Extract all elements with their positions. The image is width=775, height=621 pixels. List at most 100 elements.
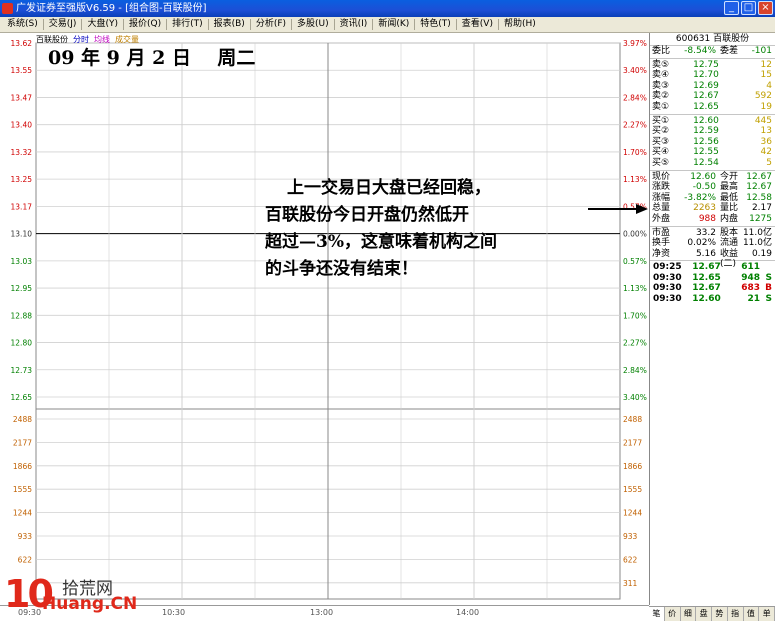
trade-row: 09:30 12.65 948 S (650, 273, 775, 284)
stat-l1: 外盘 (652, 213, 671, 224)
stat-row: 市盈 33.2 股本 11.0亿 (650, 228, 775, 239)
minimize-button[interactable]: _ (724, 1, 739, 15)
menu-item[interactable]: 排行(T) (167, 17, 208, 32)
volume-tick-label-right: 311 (623, 579, 638, 588)
quote-tab[interactable]: 价 (665, 607, 681, 621)
bid-label: 买② (652, 126, 670, 137)
bid-price: 12.56 (693, 136, 719, 147)
ask-row[interactable]: 卖⑤ 12.75 12 (650, 60, 775, 71)
trade-price: 12.67 (692, 283, 721, 294)
menu-item[interactable]: 资讯(I) (335, 17, 373, 32)
bid-vol: 36 (760, 136, 772, 147)
ask-vol: 12 (760, 59, 772, 70)
stat-row: 涨跌 -0.50 最高 12.67 (650, 182, 775, 193)
bid-price: 12.54 (693, 157, 719, 168)
price-tick-label: 13.40 (11, 121, 33, 130)
menu-item[interactable]: 大盘(Y) (82, 17, 123, 32)
pct-tick-label: 0.57% (623, 257, 647, 266)
bid-vol: 445 (754, 115, 772, 126)
stat-v2: 11.0亿 (742, 227, 772, 238)
ask-price: 12.67 (693, 91, 719, 102)
bid-price: 12.60 (693, 115, 719, 126)
bid-row[interactable]: 买① 12.60 445 (650, 116, 775, 127)
bid-row[interactable]: 买③ 12.56 36 (650, 137, 775, 148)
stat-v1: 33.2 (695, 227, 716, 238)
stat-v2: 12.67 (746, 182, 772, 193)
stat-row: 总量 2263 量比 2.17 (650, 203, 775, 214)
stat-l1: 涨幅 (652, 192, 671, 203)
menu-item[interactable]: 报表(B) (209, 17, 250, 32)
menu-item[interactable]: 新闻(K) (373, 17, 414, 32)
menu-item[interactable]: 报价(Q) (124, 17, 166, 32)
ask-label: 卖④ (652, 70, 670, 81)
trade-row: 09:30 12.60 21 S (650, 294, 775, 305)
stat-row: 外盘 988 内盘 1275 (650, 214, 775, 225)
trade-vol: 611 (741, 262, 760, 273)
bid-vol: 13 (760, 126, 772, 137)
maximize-button[interactable]: □ (741, 1, 756, 15)
quote-tab[interactable]: 指 (728, 607, 744, 621)
ask-row[interactable]: 卖③ 12.69 4 (650, 81, 775, 92)
quote-tab[interactable]: 笔 (649, 607, 665, 621)
trade-dir: S (765, 294, 772, 305)
volume-tick-label-right: 622 (623, 555, 638, 564)
price-tick-label: 13.32 (11, 148, 33, 157)
bid-row[interactable]: 买⑤ 12.54 5 (650, 158, 775, 169)
stat-v2: 12.58 (746, 192, 772, 203)
quote-tab[interactable]: 单 (759, 607, 775, 621)
trade-time: 09:30 (653, 272, 682, 283)
bid-row[interactable]: 买② 12.59 13 (650, 126, 775, 137)
menu-item[interactable]: 特色(T) (415, 17, 456, 32)
stat-l2: 内盘 (720, 213, 739, 224)
pct-tick-label: 0.00% (623, 230, 647, 239)
trade-time: 09:25 (653, 262, 682, 273)
ask-row[interactable]: 卖② 12.67 592 (650, 91, 775, 102)
price-tick-label: 12.88 (11, 311, 33, 320)
menu-item[interactable]: 帮助(H) (499, 17, 541, 32)
price-tick-label: 13.25 (11, 175, 33, 184)
annotation-line: 的斗争还没有结束！ (265, 259, 418, 279)
annotation-line: 超过—3%，这意味着机构之间 (265, 232, 497, 252)
quote-tab[interactable]: 盘 (696, 607, 712, 621)
price-tick-label: 13.47 (11, 93, 33, 102)
ask-row[interactable]: 卖① 12.65 19 (650, 102, 775, 113)
bid-vol: 42 (760, 147, 772, 158)
stat-l2: 收益(二) (720, 248, 739, 270)
ask-label: 卖② (652, 91, 670, 102)
chart-area[interactable]: 13.62 3.97% 13.55 3.40% 13.47 2.84% 13.40 2.27%… (0, 33, 649, 605)
menu-item[interactable]: 系统(S) (2, 17, 43, 32)
trade-time: 09:30 (653, 294, 682, 305)
trade-vol: 21 (747, 294, 760, 305)
stat-v2: 11.0亿 (742, 238, 772, 249)
price-tick-label: 12.95 (11, 284, 33, 293)
bid-vol: 5 (766, 157, 772, 168)
trade-vol: 683 (741, 283, 760, 294)
close-button[interactable]: × (758, 1, 773, 15)
volume-tick-label: 1555 (13, 485, 32, 494)
ask-price: 12.75 (693, 59, 719, 70)
quote-tab[interactable]: 细 (681, 607, 697, 621)
trade-vol: 948 (741, 272, 760, 283)
ask-vol: 19 (760, 101, 772, 112)
volume-tick-label-right: 2177 (623, 438, 642, 447)
volume-tick-label-right: 2488 (623, 415, 642, 424)
quote-panel: 600631 百联股份 委比 -8.54% 委差 -101 卖⑤ 12.75 12 卖… (649, 33, 775, 605)
bid-price: 12.59 (693, 126, 719, 137)
window-title: 广发证券至强版V6.59 - [组合图-百联股份] (16, 3, 207, 14)
bid-row[interactable]: 买④ 12.55 42 (650, 147, 775, 158)
stat-l1: 市盈 (652, 227, 671, 238)
menu-item[interactable]: 查看(V) (457, 17, 498, 32)
menu-item[interactable]: 分析(F) (251, 17, 291, 32)
price-tick-label: 12.73 (11, 366, 33, 375)
stat-v2: 0.19 (751, 248, 772, 259)
menu-item[interactable]: 交易(J) (44, 17, 82, 32)
quote-tab[interactable]: 势 (712, 607, 728, 621)
ask-row[interactable]: 卖④ 12.70 15 (650, 70, 775, 81)
volume-tick-label: 1866 (13, 462, 32, 471)
menu-item[interactable]: 多股(U) (292, 17, 334, 32)
stat-v1: 5.16 (695, 248, 716, 259)
stat-v1: 2263 (693, 203, 716, 214)
trade-price: 12.65 (692, 272, 721, 283)
quote-tab[interactable]: 值 (744, 607, 760, 621)
annotation-line: 百联股份今日开盘仍然低开 (265, 205, 469, 225)
